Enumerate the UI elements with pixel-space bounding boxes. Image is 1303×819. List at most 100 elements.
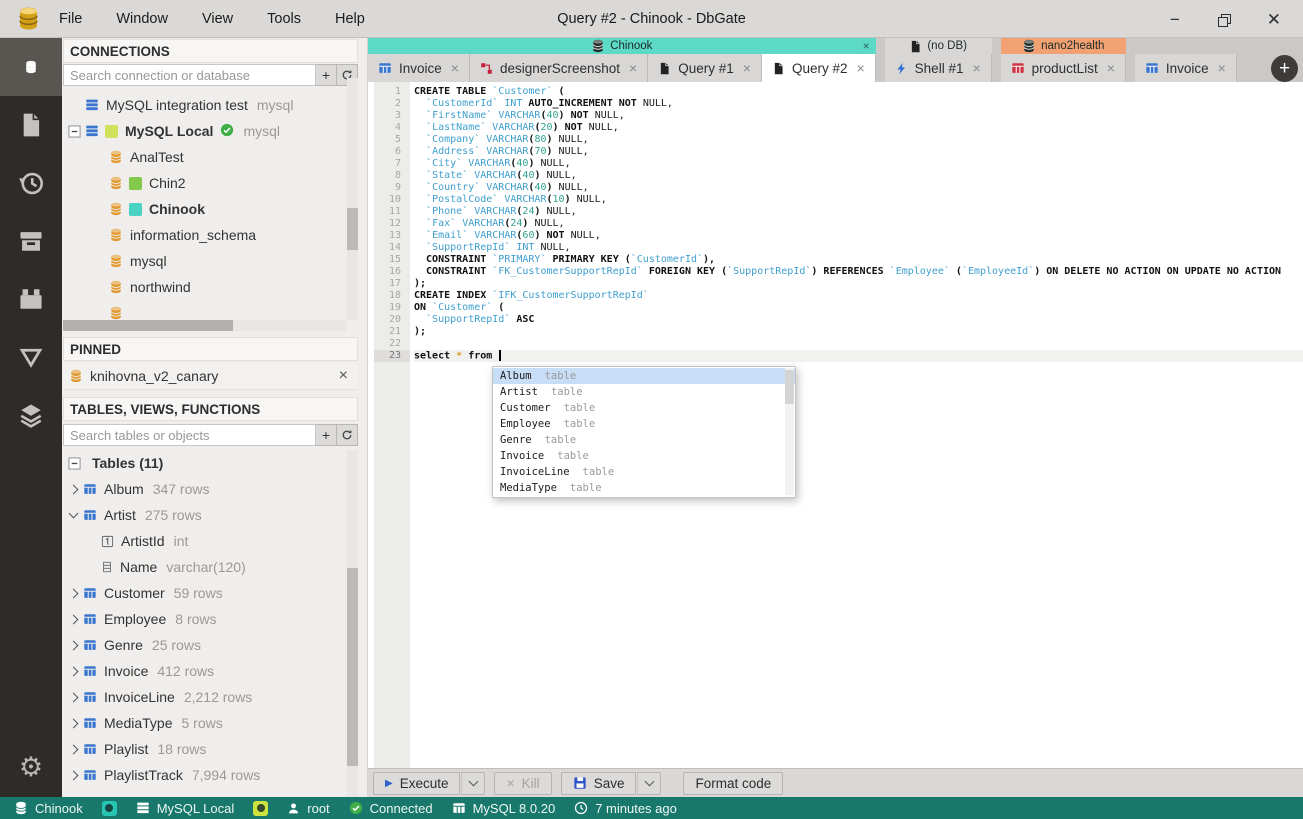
execute-button[interactable]: ▶ Execute	[373, 771, 461, 795]
execute-dropdown-button[interactable]	[461, 771, 486, 795]
connection-information-schema[interactable]: information_schema	[87, 222, 346, 248]
code-line[interactable]: `State` VARCHAR(40) NULL,	[414, 170, 1303, 182]
kill-button[interactable]: × Kill	[494, 771, 552, 795]
save-button[interactable]: Save	[560, 771, 637, 795]
objects-search-input[interactable]	[63, 424, 316, 446]
objects-vscrollbar[interactable]	[347, 450, 358, 797]
code-line[interactable]: ​	[414, 338, 1303, 350]
code-line[interactable]: CREATE INDEX `IFK_CustomerSupportRepId`	[414, 290, 1303, 302]
code-line[interactable]: `City` VARCHAR(40) NULL,	[414, 158, 1303, 170]
close-window-icon[interactable]: ✕	[1267, 11, 1281, 28]
code-line[interactable]: `PostalCode` VARCHAR(10) NULL,	[414, 194, 1303, 206]
autocomplete-item-customer[interactable]: Customer table	[493, 400, 795, 416]
tab-group-header[interactable]: nano2health	[1000, 38, 1126, 54]
color-swatch-icon[interactable]	[253, 800, 269, 816]
autocomplete-item-employee[interactable]: Employee table	[493, 416, 795, 432]
code-line[interactable]: CONSTRAINT `FK_CustomerSupportRepId` FOR…	[414, 266, 1303, 278]
rail-history-button[interactable]	[0, 154, 62, 212]
rail-archive-button[interactable]	[0, 212, 62, 270]
rail-file-button[interactable]	[0, 96, 62, 154]
object-mediatype[interactable]: MediaType 5 rows	[63, 710, 346, 736]
connections-vscrollbar[interactable]	[347, 78, 358, 320]
chevron-right-icon[interactable]	[68, 588, 78, 598]
tab-group-header[interactable]: Chinook ×	[368, 38, 876, 54]
autocomplete-item-genre[interactable]: Genre table	[493, 432, 795, 448]
autocomplete-item-album[interactable]: Album table	[493, 368, 795, 384]
tab-shell-1[interactable]: Shell #1 ×	[884, 54, 992, 82]
tab-invoice[interactable]: Invoice ×	[1134, 54, 1237, 82]
collapse-icon[interactable]	[67, 456, 81, 470]
connection-chinook[interactable]: Chinook	[87, 196, 346, 222]
object-tables-11[interactable]: Tables (11)	[63, 450, 346, 476]
code-line[interactable]: CONSTRAINT `PRIMARY` PRIMARY KEY (`Custo…	[414, 254, 1303, 266]
menu-view[interactable]: View	[202, 11, 233, 27]
close-tab-icon[interactable]: ×	[972, 60, 980, 76]
menu-tools[interactable]: Tools	[267, 11, 301, 27]
autocomplete-scrollbar[interactable]	[785, 368, 794, 495]
status-connected[interactable]: Connected	[349, 801, 433, 816]
status-7-minutes-ago[interactable]: 7 minutes ago	[574, 801, 677, 816]
connections-hscrollbar[interactable]	[63, 320, 346, 331]
chevron-right-icon[interactable]	[68, 692, 78, 702]
menu-file[interactable]: File	[59, 11, 82, 27]
object-artistid[interactable]: ArtistId int	[101, 528, 346, 554]
code-line[interactable]: ON `Customer` (	[414, 302, 1303, 314]
status-mysql-local[interactable]: MySQL Local	[136, 801, 234, 816]
rail-funnel-button[interactable]	[0, 328, 62, 386]
chevron-down-icon[interactable]	[68, 508, 78, 519]
tab-group-header[interactable]: (no DB)	[884, 38, 992, 54]
code-line[interactable]: `Address` VARCHAR(70) NULL,	[414, 146, 1303, 158]
chevron-right-icon[interactable]	[68, 484, 78, 494]
hscroll-thumb[interactable]	[63, 320, 233, 331]
object-genre[interactable]: Genre 25 rows	[63, 632, 346, 658]
code-line[interactable]: `Phone` VARCHAR(24) NULL,	[414, 206, 1303, 218]
save-dropdown-button[interactable]	[637, 771, 662, 795]
unpin-close-icon[interactable]: ×	[339, 367, 348, 385]
close-tab-icon[interactable]: ×	[1218, 60, 1226, 76]
tab-query-2[interactable]: Query #2 ×	[761, 54, 876, 82]
object-playlist[interactable]: Playlist 18 rows	[63, 736, 346, 762]
autocomplete-scroll-thumb[interactable]	[785, 370, 794, 404]
chevron-right-icon[interactable]	[68, 666, 78, 676]
object-name[interactable]: Name varchar(120)	[101, 554, 346, 580]
pinned-item[interactable]: knihovna_v2_canary ×	[63, 363, 358, 390]
new-tab-button[interactable]: +	[1271, 55, 1298, 82]
close-tab-icon[interactable]: ×	[451, 60, 459, 76]
object-employee[interactable]: Employee 8 rows	[63, 606, 346, 632]
code-line[interactable]: `FirstName` VARCHAR(40) NOT NULL,	[414, 110, 1303, 122]
code-line[interactable]: `Fax` VARCHAR(24) NULL,	[414, 218, 1303, 230]
tab-query-1[interactable]: Query #1 ×	[648, 54, 762, 82]
close-tab-icon[interactable]: ×	[743, 60, 751, 76]
minimize-icon[interactable]: −	[1170, 11, 1180, 28]
rail-plugin-button[interactable]	[0, 270, 62, 328]
chevron-right-icon[interactable]	[68, 770, 78, 780]
code-line[interactable]: `Country` VARCHAR(40) NULL,	[414, 182, 1303, 194]
add-object-button[interactable]: +	[316, 424, 337, 446]
connection-analtest[interactable]: AnalTest	[87, 144, 346, 170]
code-line[interactable]: );	[414, 326, 1303, 338]
format-code-button[interactable]: Format code	[683, 771, 784, 795]
connections-search-input[interactable]	[63, 64, 316, 86]
code-line[interactable]: `SupportRepId` INT NULL,	[414, 242, 1303, 254]
autocomplete-item-invoice[interactable]: Invoice table	[493, 448, 795, 464]
connection-item[interactable]	[87, 300, 346, 320]
close-tab-icon[interactable]: ×	[856, 60, 864, 76]
object-album[interactable]: Album 347 rows	[63, 476, 346, 502]
object-invoiceline[interactable]: InvoiceLine 2,212 rows	[63, 684, 346, 710]
object-artist[interactable]: Artist 275 rows	[63, 502, 346, 528]
code-line[interactable]: `SupportRepId` ASC	[414, 314, 1303, 326]
vscroll-thumb[interactable]	[347, 208, 358, 250]
connection-mysql-integration-test[interactable]: MySQL integration test mysql	[63, 92, 346, 118]
vscroll-thumb[interactable]	[347, 568, 358, 766]
menu-help[interactable]: Help	[335, 11, 365, 27]
chevron-right-icon[interactable]	[68, 718, 78, 728]
code-line[interactable]: );	[414, 278, 1303, 290]
chevron-right-icon[interactable]	[68, 640, 78, 650]
close-tab-icon[interactable]: ×	[1107, 60, 1115, 76]
add-connection-button[interactable]: +	[316, 64, 337, 86]
chevron-right-icon[interactable]	[68, 744, 78, 754]
tab-designerscreenshot[interactable]: designerScreenshot ×	[469, 54, 649, 82]
status-chinook[interactable]: Chinook	[14, 801, 83, 816]
status-mysql-8-0-20[interactable]: MySQL 8.0.20	[452, 801, 555, 816]
tab-group-header[interactable]	[1135, 38, 1237, 54]
